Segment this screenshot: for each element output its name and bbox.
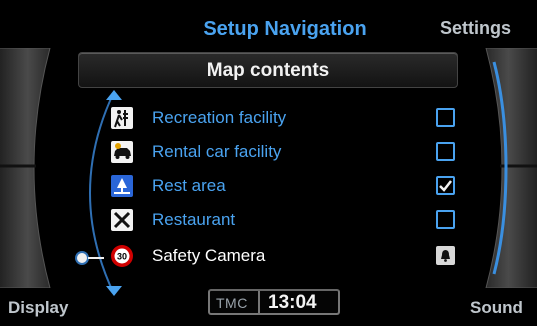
restaurant-icon [111, 209, 133, 231]
scroll-up-arrow-icon [106, 90, 122, 100]
list-item-safety-camera[interactable]: 30 Safety Camera [110, 241, 470, 271]
safety-camera-icon: 30 [111, 245, 133, 267]
rest-area-icon [111, 175, 133, 197]
checkbox-rest-area[interactable] [436, 176, 455, 195]
checkbox-rental-car-facility[interactable] [436, 142, 455, 161]
list-title: Map contents [206, 60, 330, 81]
list-item-label: Rental car facility [152, 142, 282, 161]
alert-setting-toggle[interactable] [436, 246, 455, 265]
bell-icon [441, 250, 450, 262]
right-rotary-knob[interactable] [470, 48, 537, 288]
navigation-setup-screen: Setup Navigation Settings Map contents R… [0, 0, 537, 326]
checkbox-restaurant[interactable] [436, 210, 455, 229]
divider [258, 291, 260, 313]
checkbox-recreation-facility[interactable] [436, 108, 455, 127]
list-item-label: Recreation facility [152, 108, 287, 127]
screen-title: Setup Navigation [203, 18, 367, 40]
tmc-indicator: TMC [216, 295, 248, 311]
list-header: Map contents [78, 52, 458, 88]
sound-softkey[interactable]: Sound [470, 298, 523, 318]
checkmark-icon [439, 180, 452, 192]
recreation-facility-icon [111, 107, 133, 129]
svg-text:30: 30 [117, 252, 127, 262]
clock: 13:04 [268, 292, 317, 313]
scroll-down-arrow-icon [106, 286, 122, 296]
settings-softkey[interactable]: Settings [440, 18, 511, 39]
list-item-rental-car-facility[interactable]: Rental car facility [110, 137, 470, 167]
display-softkey[interactable]: Display [8, 298, 68, 318]
list-item-label: Safety Camera [152, 246, 266, 265]
list-item-rest-area[interactable]: Rest area [110, 171, 470, 201]
scroll-position-indicator [75, 251, 89, 265]
list-item-restaurant[interactable]: Restaurant [110, 205, 470, 235]
list-item-recreation-facility[interactable]: Recreation facility [110, 103, 470, 133]
list-item-label: Restaurant [152, 210, 236, 229]
list-item-label: Rest area [152, 176, 226, 195]
rental-car-icon [111, 141, 133, 163]
status-clock-box: TMC 13:04 [208, 289, 340, 315]
